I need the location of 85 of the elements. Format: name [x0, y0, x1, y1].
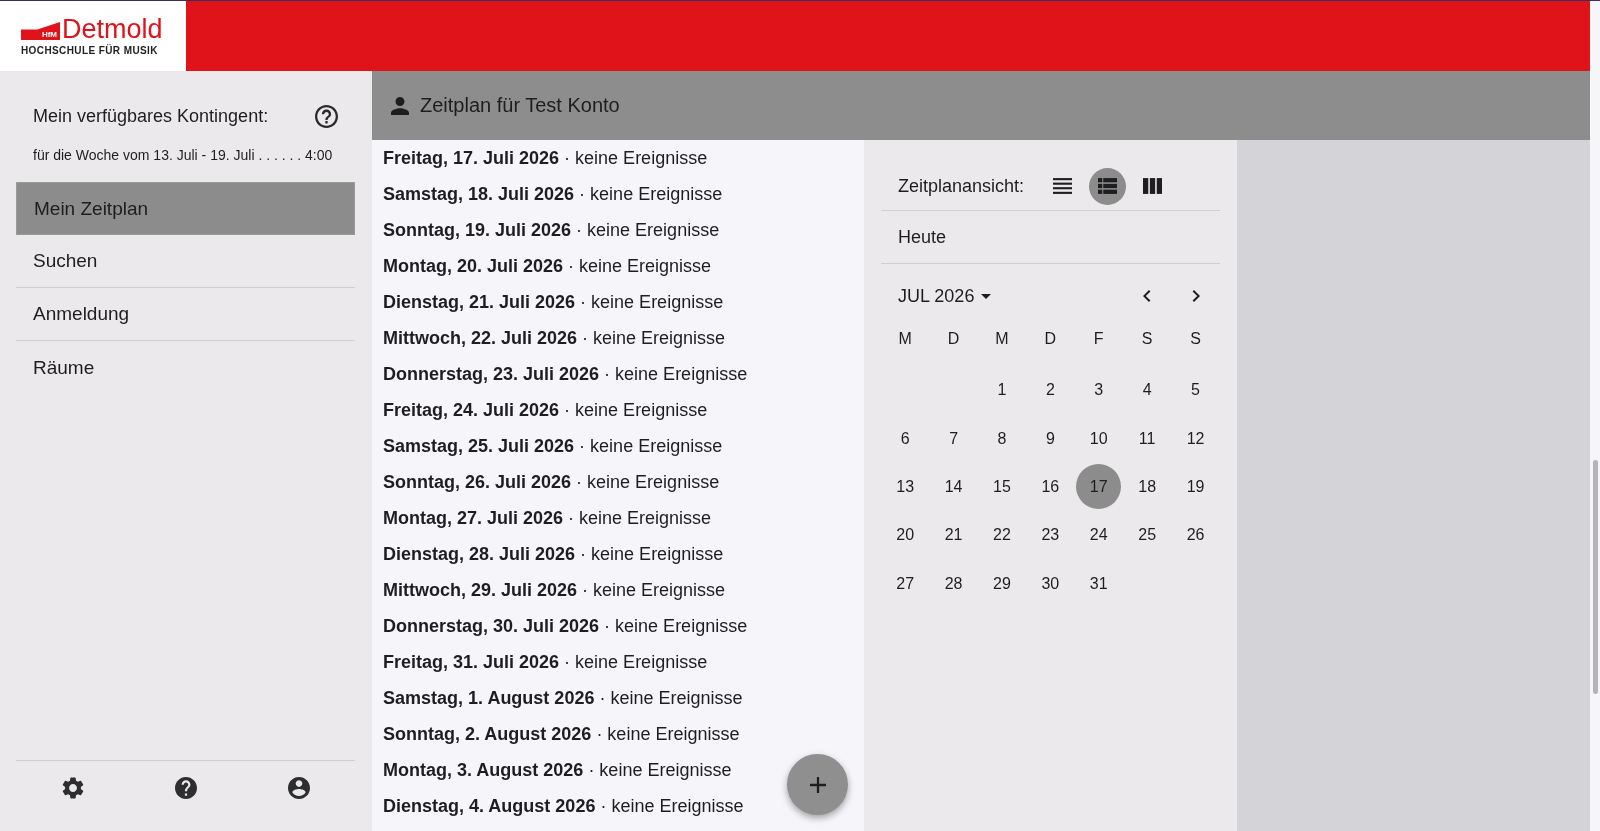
day-entry: Montag, 20. Juli 2026 · keine Ereignisse [382, 255, 712, 278]
day-entry: Samstag, 25. Juli 2026 · keine Ereignisse [382, 435, 723, 458]
day-entry: Sonntag, 26. Juli 2026 · keine Ereignisse [382, 471, 720, 494]
calendar-day[interactable]: 8 [979, 416, 1025, 462]
scrollbar-thumb[interactable] [1593, 460, 1598, 694]
calendar-day[interactable]: 25 [1124, 512, 1170, 558]
day-entry: Dienstag, 21. Juli 2026 · keine Ereignisse [382, 291, 724, 314]
day-entry: Dienstag, 28. Juli 2026 · keine Ereignisse [382, 543, 724, 566]
calendar-day[interactable]: 15 [979, 464, 1025, 510]
lines-icon [1053, 178, 1073, 194]
nav-item[interactable]: Mein Zeitplan [16, 182, 355, 235]
weekday-label: M [898, 330, 912, 348]
page-title: Zeitplan für Test Konto [420, 94, 620, 117]
calendar-day[interactable]: 1 [979, 367, 1025, 413]
day-entry: Mittwoch, 29. Juli 2026 · keine Ereignisse [382, 579, 726, 602]
calendar-day[interactable]: 9 [1027, 416, 1073, 462]
day-entry: Montag, 3. August 2026 · keine Ereignisse [382, 759, 732, 782]
calendar-day[interactable]: 5 [1173, 367, 1219, 413]
account-icon[interactable] [287, 777, 310, 799]
day-entry: Sonntag, 2. August 2026 · keine Ereignisse [382, 723, 740, 746]
calendar-day[interactable]: 28 [931, 561, 977, 607]
weekday-label: D [1044, 330, 1057, 348]
calendar-day[interactable]: 29 [979, 561, 1025, 607]
day-entry: Donnerstag, 23. Juli 2026 · keine Ereignisse [382, 363, 748, 386]
calendar-day[interactable]: 27 [882, 561, 928, 607]
day-entry: Dienstag, 4. August 2026 · keine Ereignisse [382, 795, 744, 818]
weekday-label: S [1141, 330, 1153, 348]
calendar-day[interactable]: 20 [882, 512, 928, 558]
weekday-label: D [947, 330, 960, 348]
nav-item[interactable]: Suchen [16, 235, 355, 288]
quota-title: Mein verfügbares Kontingent: [33, 105, 269, 127]
view-label: Zeitplanansicht: [898, 175, 1025, 197]
calendar-day[interactable]: 23 [1027, 512, 1073, 558]
day-entry: Freitag, 31. Juli 2026 · keine Ereignisse [382, 651, 708, 674]
weekday-label: S [1190, 330, 1201, 348]
logo-subtitle: HOCHSCHULE FÜR MUSIK [21, 45, 159, 56]
nav-item[interactable]: Räume [16, 341, 355, 394]
day-entry: Freitag, 24. Juli 2026 · keine Ereignisse [382, 399, 708, 422]
calendar-day[interactable]: 22 [979, 512, 1025, 558]
calendar-day[interactable]: 6 [882, 416, 928, 462]
calendar-day[interactable]: 26 [1173, 512, 1219, 558]
weekday-label: F [1093, 330, 1104, 348]
calendar-day[interactable]: 19 [1173, 464, 1219, 510]
day-entry: Sonntag, 19. Juli 2026 · keine Ereignisse [382, 219, 720, 242]
logo-name: Detmold [62, 16, 163, 43]
calendar-day[interactable]: 14 [931, 464, 977, 510]
month-picker[interactable]: JUL 2026 [898, 285, 992, 307]
day-entry: Donnerstag, 30. Juli 2026 · keine Ereignisse [382, 615, 748, 638]
calendar-day[interactable]: 4 [1124, 367, 1170, 413]
calendar-day[interactable]: 3 [1076, 367, 1122, 413]
day-entry: Freitag, 17. Juli 2026 · keine Ereignisse [382, 147, 708, 170]
calendar-day[interactable]: 2 [1027, 367, 1073, 413]
weekday-label: M [995, 330, 1009, 348]
calendar-day[interactable]: 13 [882, 464, 928, 510]
calendar-day[interactable]: 7 [931, 416, 977, 462]
calendar-day[interactable]: 24 [1076, 512, 1122, 558]
help-icon[interactable] [315, 104, 338, 128]
chevron-left-icon [1143, 290, 1152, 302]
day-entry: Samstag, 1. August 2026 · keine Ereignisse [382, 687, 743, 710]
plus-icon [809, 776, 826, 793]
columns-icon [1143, 178, 1163, 194]
day-entry: Montag, 27. Juli 2026 · keine Ereignisse [382, 507, 712, 530]
caret-icon [981, 293, 992, 299]
person-icon [391, 96, 409, 115]
add-button[interactable] [787, 754, 848, 815]
calendar-day[interactable]: 30 [1027, 561, 1073, 607]
day-entry: Samstag, 18. Juli 2026 · keine Ereignisse [382, 183, 723, 206]
calendar-day[interactable]: 18 [1124, 464, 1170, 510]
day-entry: Mittwoch, 22. Juli 2026 · keine Ereignisse [382, 327, 726, 350]
calendar-day[interactable]: 31 [1076, 561, 1122, 607]
quota-week: für die Woche vom 13. Juli - 19. Juli . . . . . . 4:00 [32, 146, 334, 165]
today-button[interactable]: Heute [898, 226, 947, 248]
calendar-day[interactable]: 17 [1076, 464, 1122, 510]
calendar-day[interactable]: 16 [1027, 464, 1073, 510]
logo-badge: HfM [21, 22, 60, 40]
calendar-day[interactable]: 12 [1173, 416, 1219, 462]
settings-icon[interactable] [61, 777, 84, 799]
nav-item[interactable]: Anmeldung [16, 288, 355, 341]
calendar-day[interactable]: 21 [931, 512, 977, 558]
list-icon [1098, 178, 1118, 194]
calendar-day[interactable]: 10 [1076, 416, 1122, 462]
view-mode-button[interactable] [1089, 167, 1127, 205]
chevron-right-icon [1191, 290, 1200, 302]
calendar-day[interactable]: 11 [1124, 416, 1170, 462]
help-icon[interactable] [174, 777, 197, 799]
